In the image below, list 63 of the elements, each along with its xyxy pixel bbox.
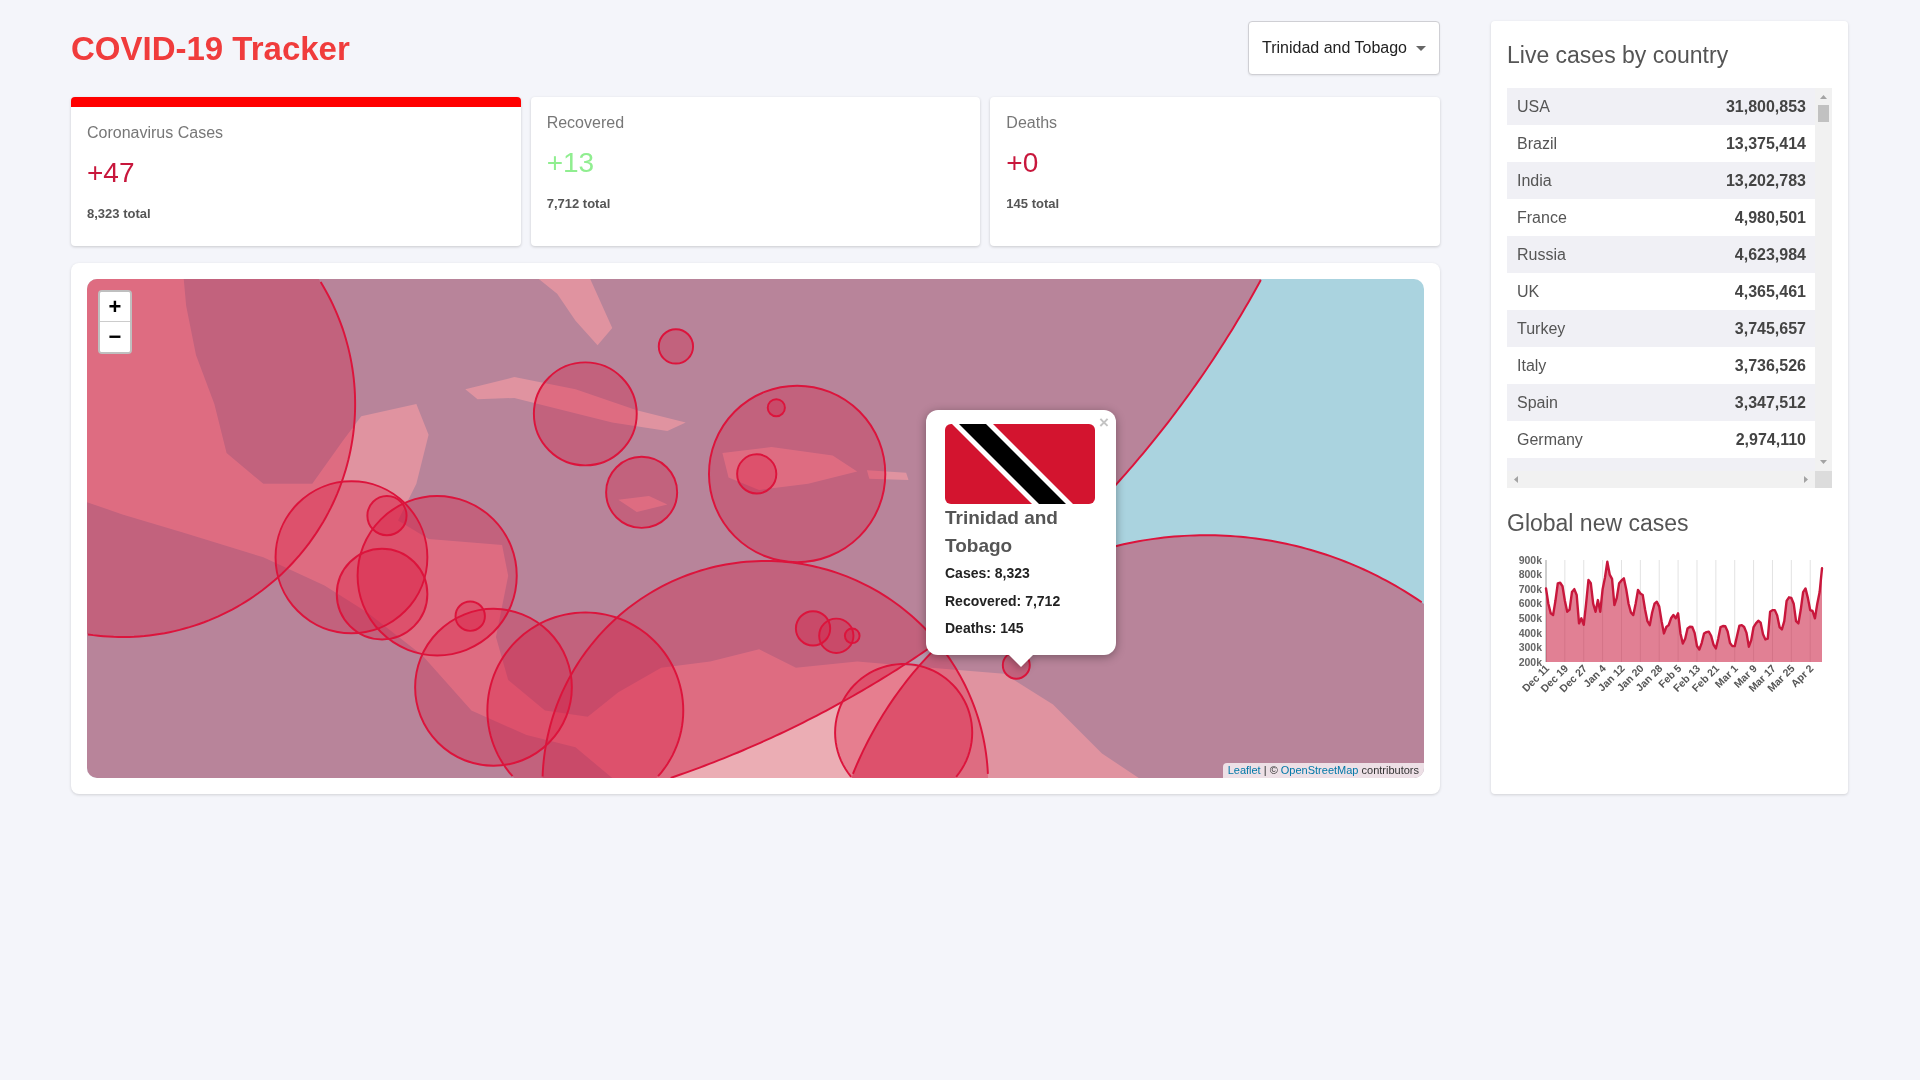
case-count: 4,623,984 bbox=[1734, 245, 1806, 264]
stat-value: +47 bbox=[87, 156, 135, 190]
caret-down-icon bbox=[1416, 45, 1426, 51]
country-name: France bbox=[1517, 208, 1567, 227]
caret-down-icon[interactable] bbox=[1820, 460, 1827, 464]
country-select[interactable]: Trinidad and Tobago bbox=[1248, 21, 1440, 75]
scrollbar-corner bbox=[1815, 471, 1832, 488]
horizontal-scrollbar[interactable] bbox=[1507, 471, 1815, 488]
scrollbar-thumb[interactable] bbox=[1818, 105, 1829, 122]
y-tick-label: 500k bbox=[1518, 612, 1542, 624]
country-name: Italy bbox=[1517, 356, 1547, 375]
stat-total: 7,712 total bbox=[546, 196, 611, 212]
card-label: Coronavirus Cases bbox=[87, 123, 224, 142]
attribution-link[interactable]: Leaflet bbox=[1227, 764, 1261, 776]
map-attribution: Leaflet | © OpenStreetMap contributors bbox=[1222, 763, 1424, 778]
case-count: 3,736,526 bbox=[1734, 356, 1806, 375]
country-name: India bbox=[1517, 171, 1552, 190]
y-tick-label: 200k bbox=[1518, 655, 1542, 668]
case-count: 4,365,461 bbox=[1734, 282, 1806, 301]
y-tick-label: 700k bbox=[1518, 582, 1542, 595]
country-name: Germany bbox=[1517, 430, 1583, 449]
y-tick-label: 300k bbox=[1518, 641, 1542, 654]
popup-stat: Recovered: 7,712 bbox=[945, 591, 1061, 611]
country-name: Brazil bbox=[1517, 134, 1557, 153]
country-name: Russia bbox=[1517, 245, 1566, 264]
caret-up-icon[interactable] bbox=[1820, 95, 1827, 99]
case-count: 3,347,512 bbox=[1734, 393, 1806, 412]
zoom-in-button[interactable]: + bbox=[100, 292, 130, 322]
stat-value: +13 bbox=[546, 146, 595, 180]
y-tick-label: 600k bbox=[1518, 597, 1542, 610]
country-name: Turkey bbox=[1517, 319, 1566, 338]
stat-total: 145 total bbox=[1006, 196, 1060, 212]
case-count: 13,202,783 bbox=[1725, 171, 1806, 190]
case-count: 4,980,501 bbox=[1734, 208, 1806, 227]
y-tick-label: 800k bbox=[1518, 568, 1542, 581]
stat-card[interactable]: Coronavirus Cases +47 8,323 total bbox=[71, 97, 521, 246]
card-label: Deaths bbox=[1006, 113, 1058, 132]
y-tick-label: 400k bbox=[1518, 626, 1542, 639]
country-name: Spain bbox=[1517, 393, 1558, 412]
country-name: USA bbox=[1517, 97, 1550, 116]
popup-stat: Deaths: 145 bbox=[945, 619, 1024, 638]
case-count: 13,375,414 bbox=[1725, 134, 1806, 153]
case-count: 2,974,110 bbox=[1735, 430, 1806, 449]
app-title: COVID-19 Tracker bbox=[71, 29, 350, 69]
flag-icon bbox=[945, 424, 1095, 504]
popup-title: Trinidad and Tobago bbox=[945, 506, 1059, 558]
caret-left-icon[interactable] bbox=[1514, 476, 1518, 483]
country-name: UK bbox=[1517, 282, 1540, 301]
popup-stat: Cases: 8,323 bbox=[945, 564, 1030, 583]
card-label: Recovered bbox=[546, 113, 625, 132]
case-circle[interactable] bbox=[87, 279, 357, 638]
caret-right-icon[interactable] bbox=[1804, 476, 1808, 483]
stat-value: +0 bbox=[1006, 146, 1039, 180]
stat-total: 8,323 total bbox=[87, 206, 151, 222]
panel-title: Live cases by country bbox=[1507, 41, 1729, 69]
vertical-scrollbar[interactable] bbox=[1815, 88, 1832, 471]
case-count: 3,745,657 bbox=[1734, 319, 1806, 338]
stat-card[interactable]: Deaths +0 145 total bbox=[990, 97, 1440, 246]
stat-card[interactable]: Recovered +13 7,712 total bbox=[530, 97, 981, 246]
attribution-link[interactable]: OpenStreetMap bbox=[1280, 764, 1359, 776]
y-tick-label: 900k bbox=[1518, 553, 1542, 566]
case-count: 31,800,853 bbox=[1725, 97, 1806, 116]
panel-title: Global new cases bbox=[1507, 509, 1689, 537]
